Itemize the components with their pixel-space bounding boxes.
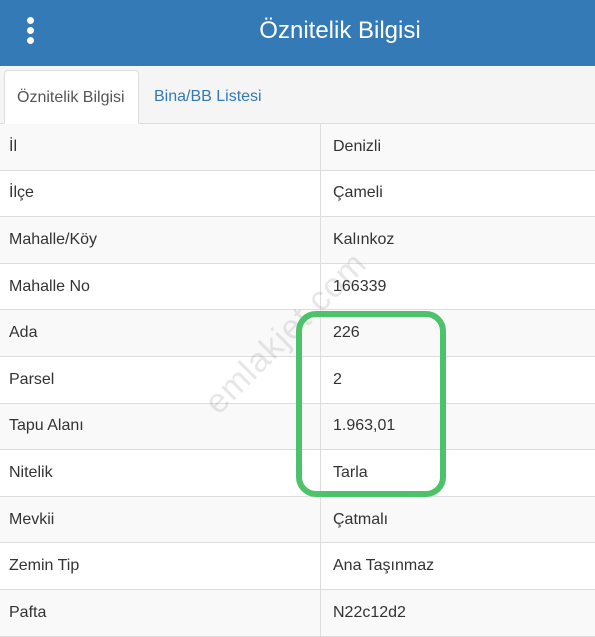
page-title: Öznitelik Bilgisi [259, 17, 421, 44]
row-key: Parsel [0, 356, 321, 403]
table-row: Zemin Tip Ana Taşınmaz [0, 543, 595, 590]
row-value: N22c12d2 [333, 603, 406, 621]
table-row: Tapu Alanı 1.963,01 [0, 403, 595, 451]
row-value: Tarla [333, 463, 368, 481]
table-row: Pafta N22c12d2 [0, 589, 595, 637]
table-row: İl Denizli [0, 124, 595, 171]
row-key: İlçe [0, 170, 321, 217]
table-row: İlçe Çameli [0, 170, 595, 218]
row-value: Çameli [333, 184, 383, 202]
row-key: İl [0, 124, 321, 170]
row-value: Çatmalı [333, 510, 389, 528]
row-value: Denizli [333, 137, 382, 155]
row-key: Zemin Tip [0, 543, 321, 589]
row-value: Ana Taşınmaz [333, 557, 435, 575]
row-key: Tapu Alanı [0, 403, 321, 450]
row-key: Mahalle No [0, 263, 321, 310]
tab-oznitelik-bilgisi[interactable]: Öznitelik Bilgisi [4, 70, 139, 124]
table-row: Mahalle/Köy Kalınkoz [0, 217, 595, 264]
row-key: Nitelik [0, 450, 321, 496]
table-row: Nitelik Tarla [0, 450, 595, 497]
row-value: 166339 [333, 277, 387, 295]
row-value: 2 [333, 370, 342, 388]
table-row: Mahalle No 166339 [0, 263, 595, 311]
row-value: 226 [333, 324, 360, 342]
tab-bar: Öznitelik Bilgisi Bina/BB Listesi [0, 66, 595, 124]
table-row: Ada 226 [0, 310, 595, 357]
row-key: Mahalle/Köy [0, 217, 321, 263]
row-value: Kalınkoz [333, 230, 395, 248]
row-key: Ada [0, 310, 321, 356]
row-value: 1.963,01 [333, 417, 396, 435]
row-key: Mevkii [0, 496, 321, 543]
table-row: Mevkii Çatmalı [0, 496, 595, 544]
row-key: Pafta [0, 589, 321, 636]
tab-bina-bb-listesi[interactable]: Bina/BB Listesi [142, 70, 274, 124]
table-row: Parsel 2 [0, 356, 595, 404]
app-header: Öznitelik Bilgisi [0, 0, 595, 66]
attribute-table: İl Denizli İlçe Çameli Mahalle/Köy Kalın… [0, 124, 595, 637]
